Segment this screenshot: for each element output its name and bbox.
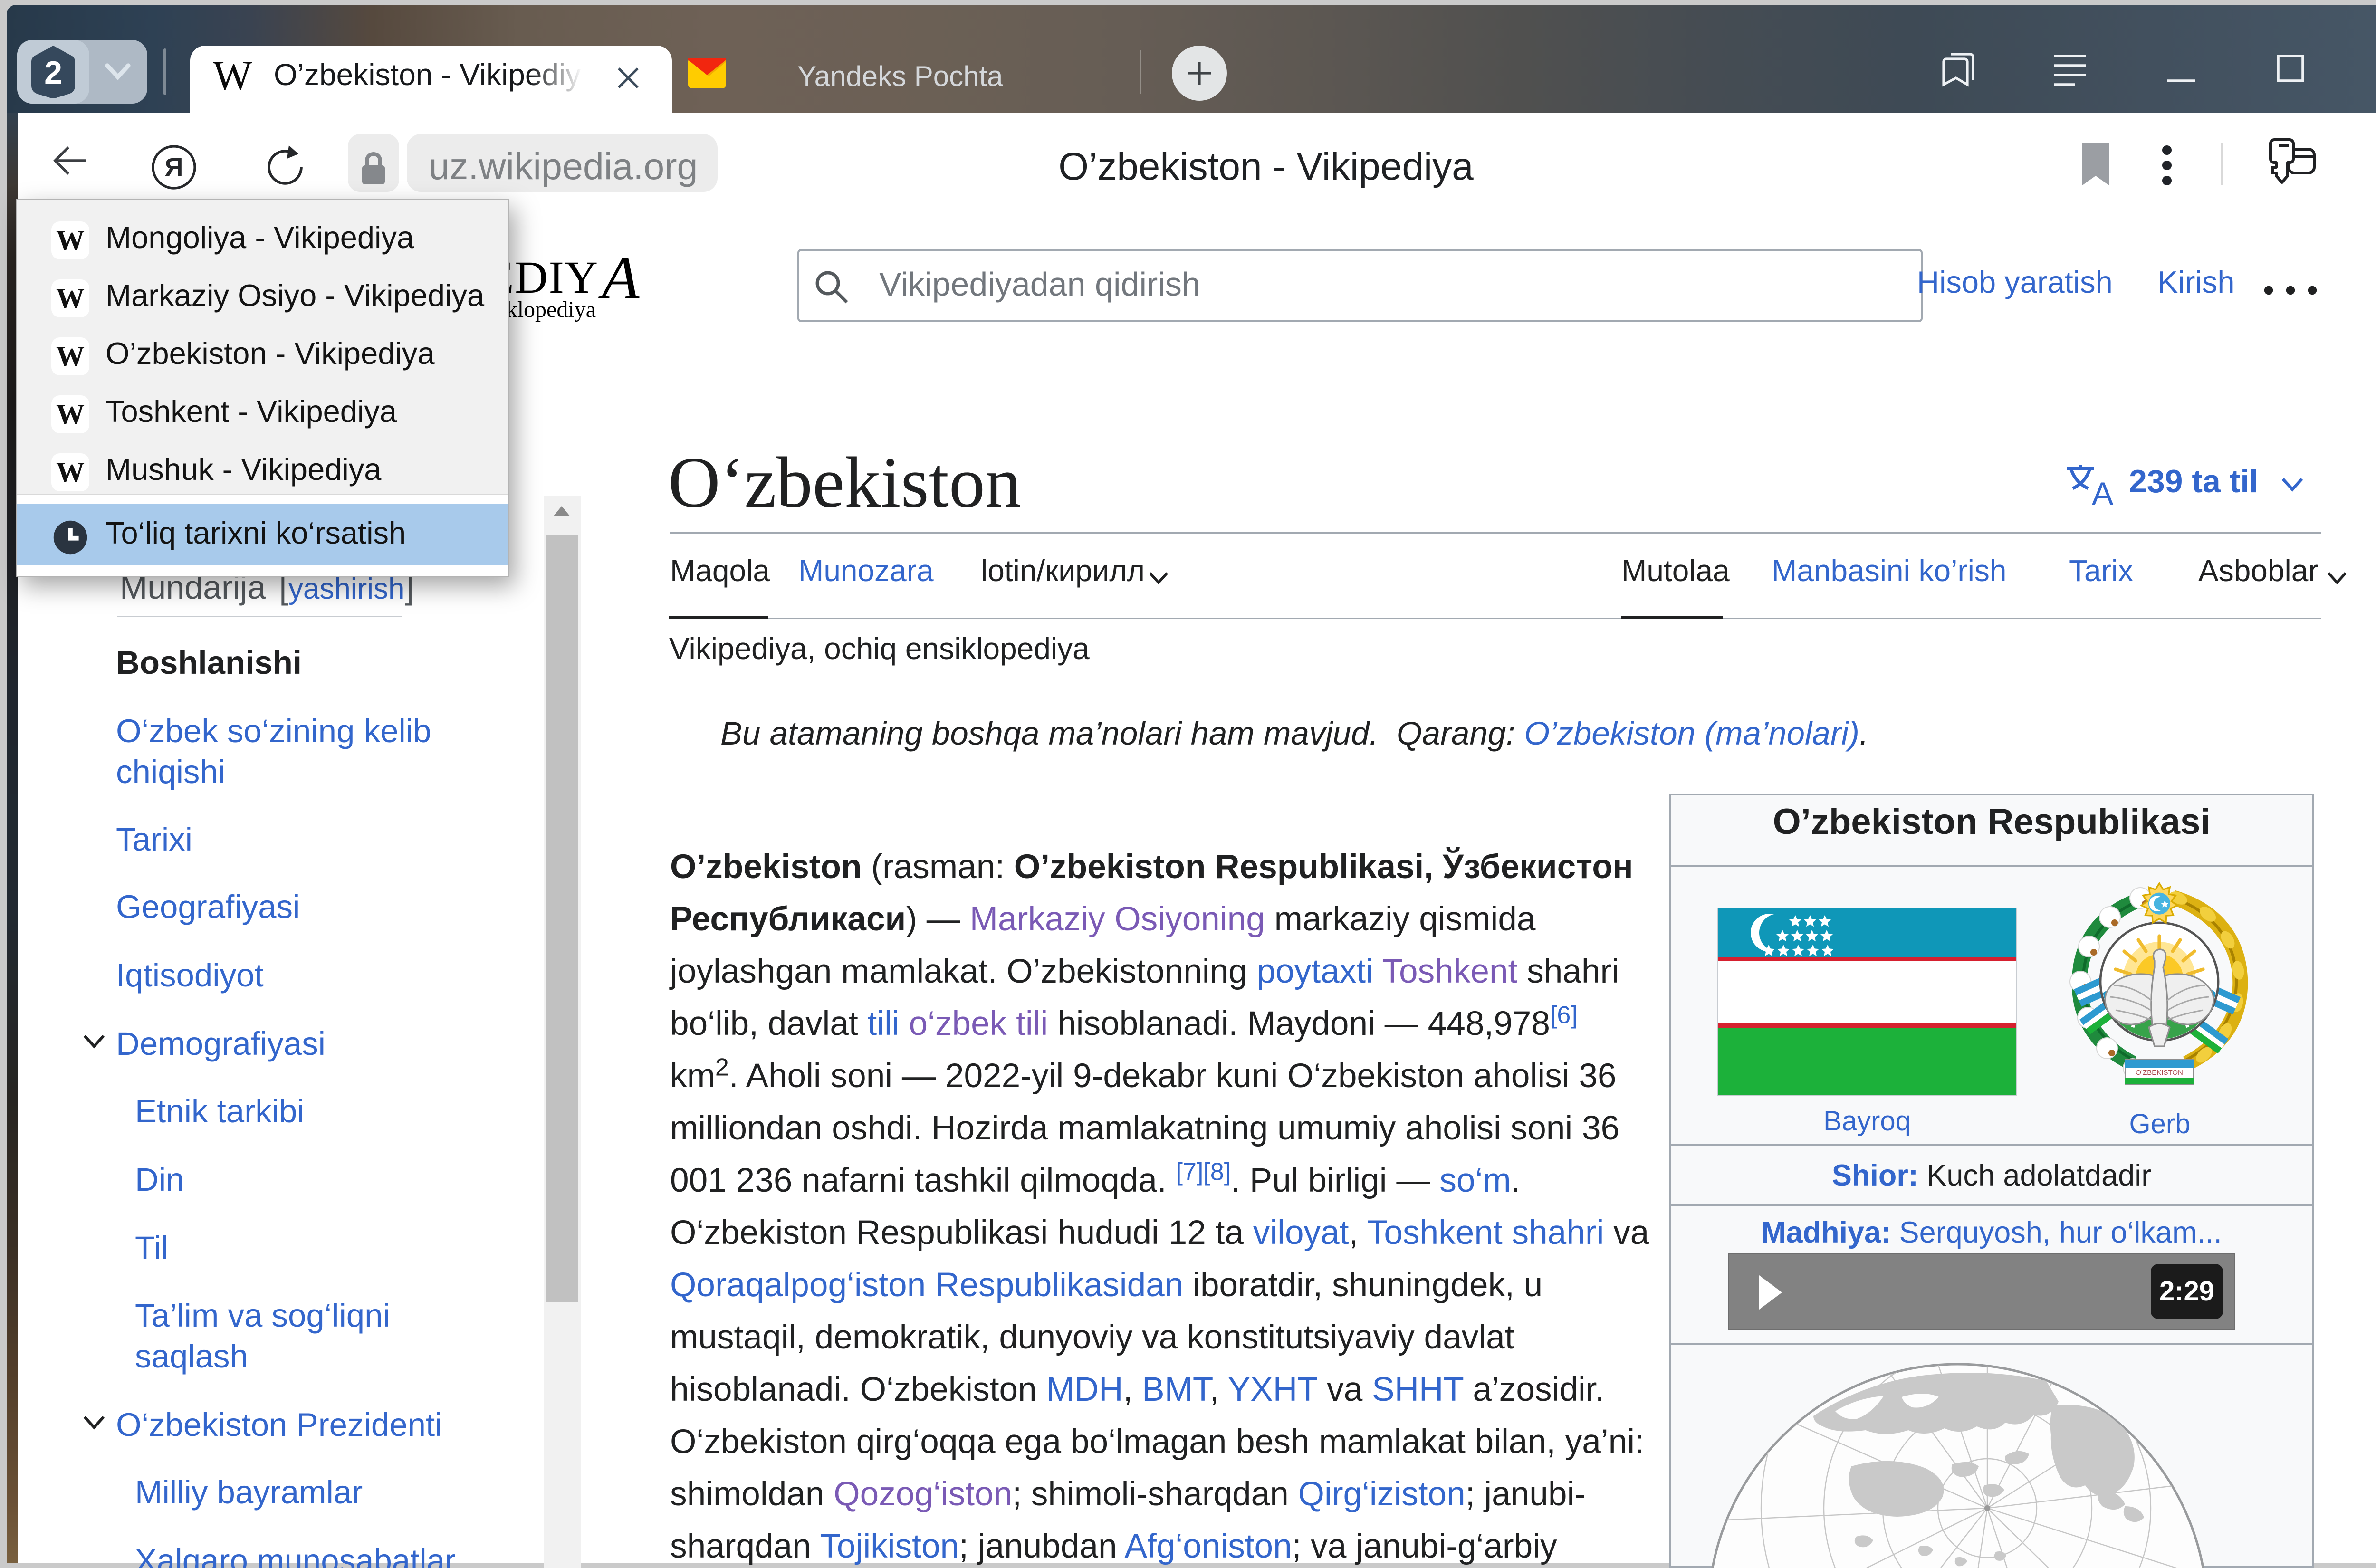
svg-text:2: 2 — [44, 55, 62, 91]
svg-text:A: A — [2092, 476, 2114, 507]
svg-text:OʻZBEKISTON: OʻZBEKISTON — [2136, 1069, 2183, 1077]
svg-text:Я: Я — [165, 153, 183, 182]
